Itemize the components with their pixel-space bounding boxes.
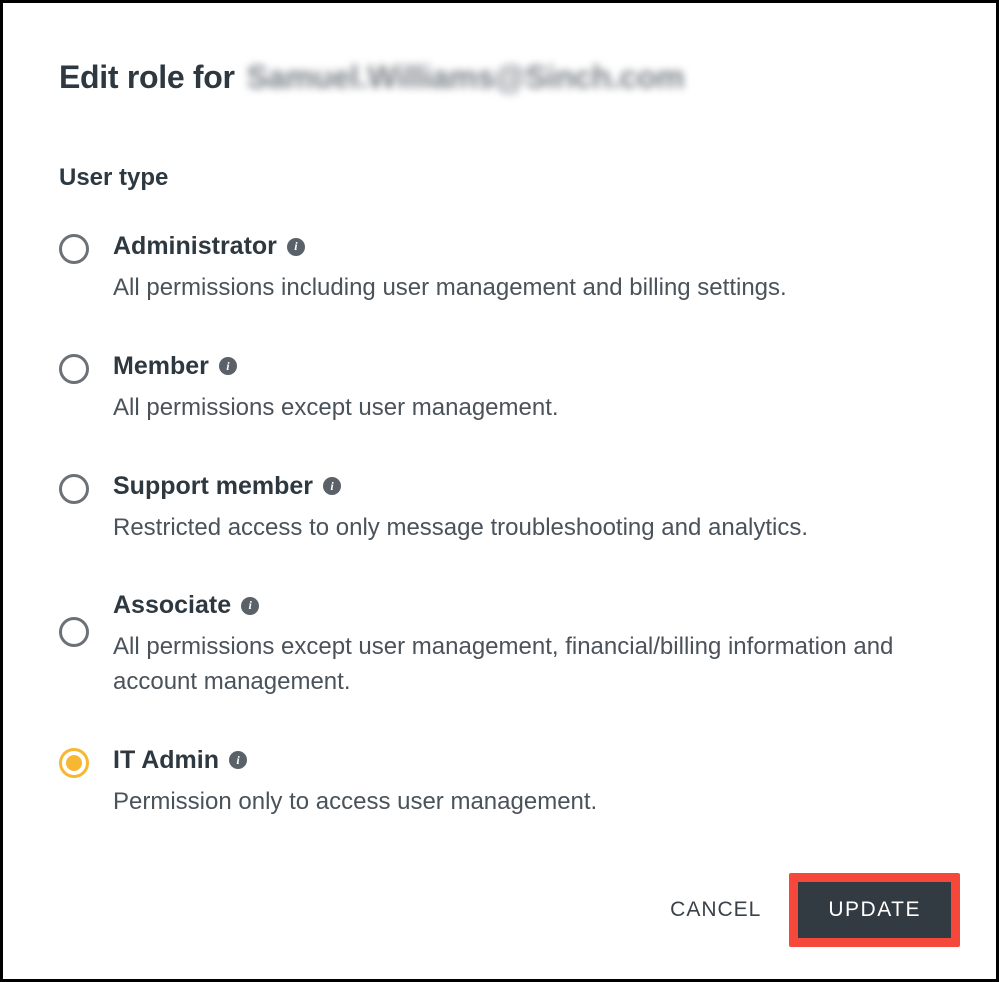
dialog-actions: CANCEL UPDATE xyxy=(662,873,960,947)
radio-member[interactable] xyxy=(59,354,89,384)
title-prefix: Edit role for xyxy=(59,59,235,96)
info-icon[interactable]: i xyxy=(229,751,247,769)
option-administrator[interactable]: Administrator i All permissions includin… xyxy=(59,232,940,306)
info-icon[interactable]: i xyxy=(323,477,341,495)
option-title-row: IT Admin i xyxy=(113,746,940,775)
update-highlight: UPDATE xyxy=(789,873,960,947)
option-title: IT Admin xyxy=(113,746,219,775)
option-description: All permissions except user management. xyxy=(113,391,940,426)
option-title: Associate xyxy=(113,591,231,620)
option-title-row: Member i xyxy=(113,352,940,381)
option-title: Member xyxy=(113,352,209,381)
title-email: Samuel.Williams@Sinch.com xyxy=(247,59,685,96)
info-icon[interactable]: i xyxy=(219,357,237,375)
info-icon[interactable]: i xyxy=(241,597,259,615)
user-type-label: User type xyxy=(59,164,940,192)
option-it-admin[interactable]: IT Admin i Permission only to access use… xyxy=(59,746,940,820)
option-title-row: Administrator i xyxy=(113,232,940,261)
cancel-button[interactable]: CANCEL xyxy=(662,886,769,934)
option-body: IT Admin i Permission only to access use… xyxy=(113,746,940,820)
option-associate[interactable]: Associate i All permissions except user … xyxy=(59,591,940,700)
option-description: All permissions including user managemen… xyxy=(113,271,940,306)
option-body: Member i All permissions except user man… xyxy=(113,352,940,426)
info-icon[interactable]: i xyxy=(287,238,305,256)
option-title-row: Support member i xyxy=(113,472,940,501)
option-body: Support member i Restricted access to on… xyxy=(113,472,940,546)
option-title: Support member xyxy=(113,472,313,501)
option-title-row: Associate i xyxy=(113,591,940,620)
edit-role-dialog: Edit role for Samuel.Williams@Sinch.com … xyxy=(0,0,999,982)
radio-associate[interactable] xyxy=(59,617,89,647)
option-body: Associate i All permissions except user … xyxy=(113,591,940,700)
option-description: Permission only to access user managemen… xyxy=(113,785,940,820)
dialog-title: Edit role for Samuel.Williams@Sinch.com xyxy=(59,59,940,96)
radio-support-member[interactable] xyxy=(59,474,89,504)
option-member[interactable]: Member i All permissions except user man… xyxy=(59,352,940,426)
update-button[interactable]: UPDATE xyxy=(798,882,951,938)
option-description: Restricted access to only message troubl… xyxy=(113,511,940,546)
option-description: All permissions except user management, … xyxy=(113,630,940,700)
option-body: Administrator i All permissions includin… xyxy=(113,232,940,306)
radio-administrator[interactable] xyxy=(59,234,89,264)
option-title: Administrator xyxy=(113,232,277,261)
radio-it-admin[interactable] xyxy=(59,748,89,778)
option-support-member[interactable]: Support member i Restricted access to on… xyxy=(59,472,940,546)
